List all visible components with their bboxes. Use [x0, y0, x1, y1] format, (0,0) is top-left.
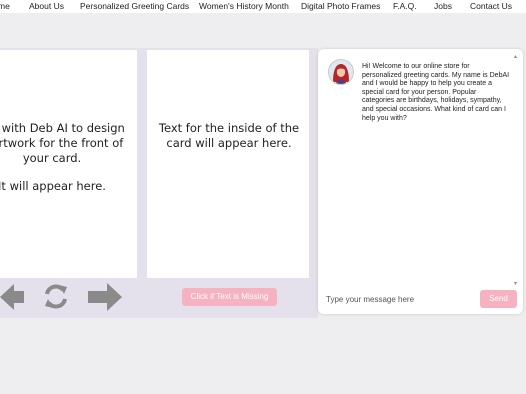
nav-item-about-us[interactable]: About Us	[29, 1, 64, 12]
arrow-left-icon[interactable]	[0, 282, 24, 312]
card-inside-preview: Text for the inside of the card will app…	[147, 50, 309, 278]
refresh-icon[interactable]	[43, 283, 69, 310]
chat-message-input[interactable]	[326, 292, 476, 306]
nav-item-photo-frames[interactable]: Digital Photo Frames	[301, 1, 380, 12]
card-inside-line-2: card will appear here.	[166, 136, 292, 150]
card-front-text: hat with Deb AI to design e artwork for …	[0, 121, 132, 166]
debai-avatar-icon	[329, 60, 353, 84]
top-nav: me About Us Personalized Greeting Cards …	[0, 0, 526, 13]
send-button[interactable]: Send	[480, 290, 517, 308]
card-front-hint: It will appear here.	[0, 179, 106, 193]
nav-item-jobs[interactable]: Jobs	[434, 1, 452, 12]
nav-item-home[interactable]: me	[0, 1, 10, 12]
arrow-right-icon[interactable]	[88, 282, 122, 312]
click-if-text-missing-button[interactable]: Click if Text is Missing	[182, 288, 277, 306]
card-inside-line-1: Text for the inside of the	[158, 121, 300, 135]
chat-panel: Hi! Welcome to our online store for pers…	[318, 49, 523, 314]
chat-scrollbar[interactable]	[514, 55, 517, 285]
nav-item-greeting-cards[interactable]: Personalized Greeting Cards	[80, 1, 189, 12]
nav-item-contact-us[interactable]: Contact Us	[470, 1, 512, 12]
debai-avatar	[328, 59, 354, 85]
card-front-preview: hat with Deb AI to design e artwork for …	[0, 50, 137, 278]
card-front-line-1: hat with Deb AI to design	[0, 121, 125, 135]
chat-message-bot: Hi! Welcome to our online store for pers…	[362, 63, 510, 122]
card-front-line-3: your card.	[22, 151, 82, 165]
card-front-line-2: e artwork for the front of	[0, 136, 124, 150]
nav-item-faq[interactable]: F.A.Q.	[393, 1, 417, 12]
card-inside-text: Text for the inside of the card will app…	[151, 121, 307, 151]
nav-item-womens-history[interactable]: Women's History Month	[199, 1, 289, 12]
